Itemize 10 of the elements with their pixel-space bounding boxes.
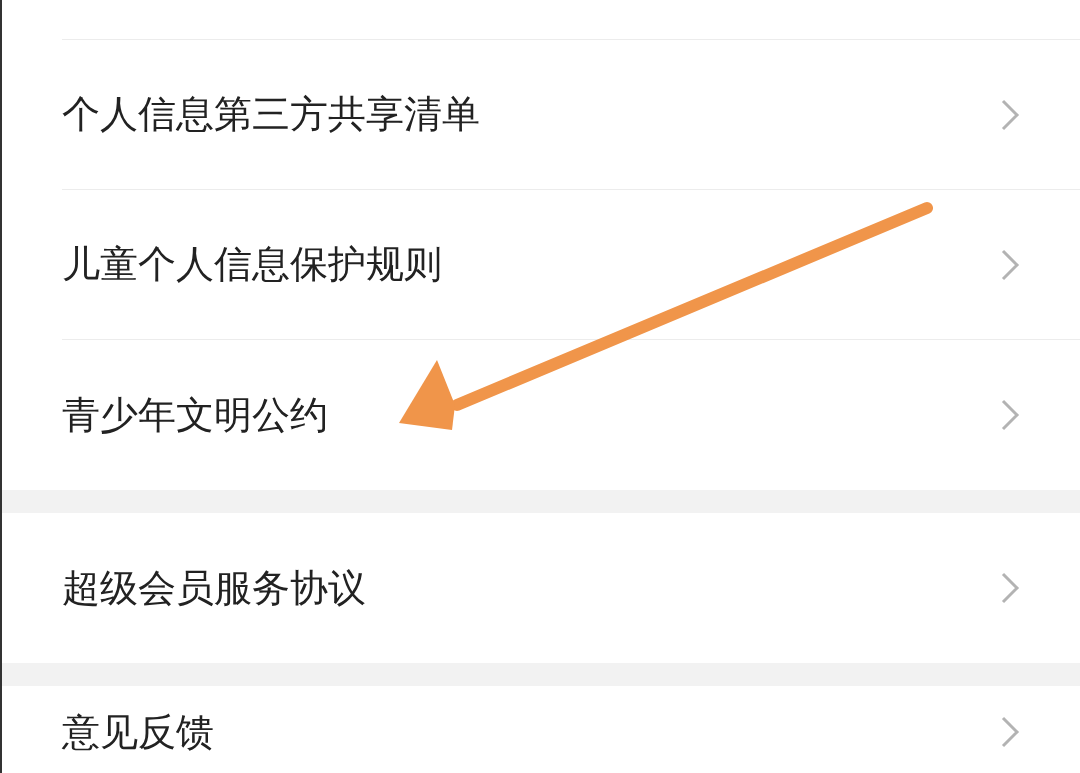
chevron-right-icon	[1000, 398, 1020, 432]
menu-item[interactable]: 儿童个人信息保护规则	[62, 190, 1080, 340]
chevron-right-icon	[1000, 571, 1020, 605]
menu-item[interactable]: 青少年文明公约	[62, 340, 1080, 490]
chevron-right-icon	[1000, 97, 1020, 132]
menu-item[interactable]: 超级会员服务协议	[62, 513, 1080, 663]
menu-item[interactable]: 意见反馈	[62, 686, 1080, 773]
menu-item[interactable]: 个人信息第三方共享清单	[62, 40, 1080, 190]
chevron-right-icon	[1000, 247, 1020, 282]
chevron-right-icon	[1000, 715, 1020, 749]
